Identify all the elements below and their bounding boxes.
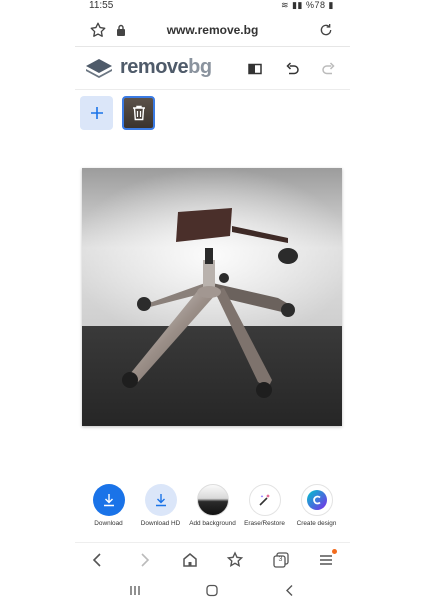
signal-icon: ▮▮ — [292, 0, 303, 10]
battery-text: %78 — [306, 0, 326, 10]
undo-icon[interactable] — [283, 60, 301, 78]
browser-nav-bar: 3 — [75, 542, 350, 576]
recents-icon[interactable] — [128, 584, 142, 597]
status-indicators: ≋ ▮▮ %78 ▮ — [281, 0, 334, 11]
address-bar: www.remove.bg — [75, 14, 350, 47]
menu-button[interactable] — [317, 549, 337, 569]
forward-icon[interactable] — [135, 551, 153, 569]
status-time: 11:55 — [89, 0, 114, 11]
download-label: Download — [94, 520, 123, 527]
erase-restore-label: Erase/Restore — [244, 520, 285, 527]
selected-thumbnail[interactable] — [122, 96, 155, 130]
wifi-icon: ≋ — [281, 0, 290, 10]
home-button-icon[interactable] — [205, 584, 219, 597]
download-icon — [92, 484, 125, 516]
add-background-label: Add background — [189, 520, 236, 527]
chair-base-photo — [82, 168, 342, 426]
tabs-count: 3 — [278, 556, 283, 563]
image-preview[interactable] — [82, 168, 342, 426]
background-swatch-icon — [196, 484, 229, 516]
create-design-button[interactable]: Create design — [289, 484, 344, 527]
add-image-button[interactable] — [80, 96, 113, 130]
tabs-button[interactable]: 3 — [272, 551, 290, 569]
reload-icon[interactable] — [318, 22, 334, 38]
bookmark-star-icon[interactable] — [89, 21, 107, 39]
home-icon[interactable] — [181, 551, 199, 569]
magic-brush-icon — [248, 484, 281, 516]
download-hd-label: Download HD — [140, 520, 181, 527]
brand-logo[interactable]: removebg — [120, 56, 212, 79]
back-icon[interactable] — [89, 551, 107, 569]
add-background-button[interactable]: Add background — [185, 484, 240, 527]
logo-icon — [86, 59, 112, 78]
url-field[interactable]: www.remove.bg — [135, 23, 290, 37]
action-bar: Download Download HD Add background Eras… — [75, 484, 350, 534]
plus-icon — [90, 107, 103, 119]
status-bar: 11:55 ≋ ▮▮ %78 ▮ — [75, 0, 350, 14]
battery-icon: ▮ — [328, 0, 334, 10]
brand-part1: remove — [120, 56, 189, 78]
download-hd-button[interactable]: Download HD — [133, 484, 188, 527]
redo-icon[interactable] — [320, 60, 338, 78]
brand-part2: bg — [188, 56, 212, 78]
app-header: removebg — [75, 48, 350, 90]
erase-restore-button[interactable]: Erase/Restore — [237, 484, 292, 527]
system-nav-bar — [75, 580, 350, 600]
create-design-label: Create design — [296, 520, 337, 527]
phone-screen: 11:55 ≋ ▮▮ %78 ▮ www.remove.bg removebg — [75, 0, 350, 600]
bookmarks-icon[interactable] — [226, 551, 244, 569]
canva-icon — [300, 484, 333, 516]
lock-icon — [117, 24, 125, 36]
download-button[interactable]: Download — [81, 484, 136, 527]
download-hd-icon — [144, 484, 177, 516]
notification-dot — [332, 549, 337, 554]
system-back-icon[interactable] — [283, 584, 297, 597]
trash-icon[interactable] — [132, 105, 146, 121]
compare-icon[interactable] — [246, 60, 264, 78]
